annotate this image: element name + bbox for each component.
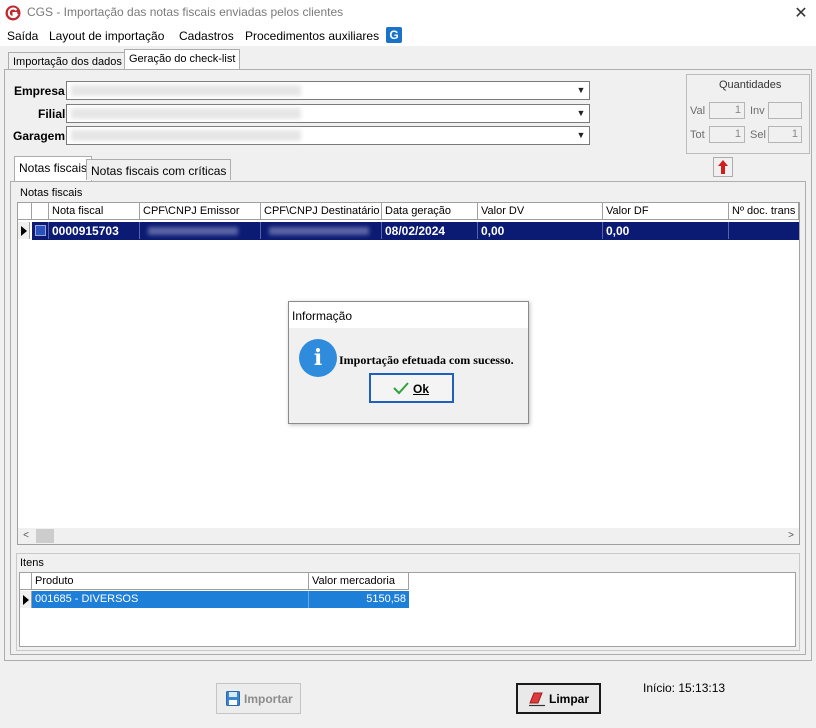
- cgs-logo-icon: [5, 5, 21, 21]
- scroll-right-icon[interactable]: >: [783, 528, 799, 544]
- garagem-select[interactable]: ▼: [66, 126, 590, 145]
- grid-corner: [20, 573, 32, 590]
- col-num-doc-trans[interactable]: Nº doc. trans: [729, 203, 799, 220]
- importar-label: Importar: [244, 692, 293, 706]
- inv-label: Inv: [750, 105, 765, 117]
- empresa-label: Empresa: [14, 84, 65, 98]
- menu-cadastros[interactable]: Cadastros: [179, 29, 234, 43]
- menu-procedimentos-auxiliares[interactable]: Procedimentos auxiliares: [245, 29, 379, 43]
- val-count: 1: [709, 102, 745, 119]
- importar-button[interactable]: Importar: [216, 683, 301, 714]
- checkmark-icon: [393, 382, 409, 395]
- tot-count: 1: [709, 126, 745, 143]
- title-bar: CGS - Importação das notas fiscais envia…: [0, 0, 816, 26]
- save-icon: [226, 691, 240, 706]
- col-nota-fiscal[interactable]: Nota fiscal: [49, 203, 140, 220]
- chevron-down-icon[interactable]: ▼: [573, 127, 589, 144]
- filial-label: Filial: [38, 107, 66, 121]
- checkbox-icon: [35, 225, 46, 236]
- cell-valor-dv: 0,00: [478, 222, 603, 239]
- help-logo-icon[interactable]: G: [386, 27, 402, 43]
- menu-saida[interactable]: Saída: [7, 29, 38, 43]
- inv-count: [768, 102, 802, 119]
- horizontal-scrollbar[interactable]: < >: [18, 528, 799, 544]
- empresa-select[interactable]: ▼: [66, 81, 590, 100]
- scroll-left-icon[interactable]: <: [18, 528, 34, 544]
- grid-corner: [18, 203, 32, 220]
- window-title: CGS - Importação das notas fiscais envia…: [27, 5, 344, 19]
- row-indicator: [18, 222, 30, 239]
- col-cpf-emissor[interactable]: CPF\CNPJ Emissor: [140, 203, 261, 220]
- limpar-label: Limpar: [549, 692, 590, 706]
- ok-label: Ok: [413, 382, 430, 396]
- notas-group-title: Notas fiscais: [20, 187, 83, 199]
- redacted-value: [148, 227, 238, 235]
- cell-num-doc-trans: [729, 222, 799, 239]
- tab-notas-fiscais-criticas[interactable]: Notas fiscais com críticas: [86, 159, 232, 180]
- row-checkbox[interactable]: [32, 222, 49, 239]
- move-up-button[interactable]: [713, 157, 733, 177]
- cell-valor-df: 0,00: [603, 222, 729, 239]
- table-row[interactable]: 0000915703 08/02/2024 0,00 0,00: [32, 222, 799, 240]
- dialog-message: Importação efetuada com sucesso.: [339, 353, 514, 367]
- col-valor-mercadoria[interactable]: Valor mercadoria: [309, 573, 409, 590]
- redacted-value: [71, 108, 301, 119]
- dialog-titlebar: Informação: [289, 302, 528, 328]
- cell-cpf-emissor: [140, 222, 261, 239]
- close-icon[interactable]: ✕: [790, 2, 812, 24]
- row-indicator: [20, 591, 32, 608]
- col-data-geracao[interactable]: Data geração: [382, 203, 478, 220]
- menu-layout-importacao[interactable]: Layout de importação: [49, 29, 164, 43]
- chevron-down-icon[interactable]: ▼: [573, 105, 589, 122]
- tab-geracao-checklist[interactable]: Geração do check-list: [124, 49, 241, 71]
- cell-nota-fiscal: 0000915703: [49, 222, 140, 239]
- chevron-down-icon[interactable]: ▼: [573, 82, 589, 99]
- tab-notas-fiscais[interactable]: Notas fiscais: [14, 156, 93, 181]
- cell-produto: 001685 - DIVERSOS: [32, 591, 309, 608]
- filial-select[interactable]: ▼: [66, 104, 590, 123]
- current-row-icon: [21, 226, 27, 236]
- tot-label: Tot: [690, 129, 705, 141]
- col-produto[interactable]: Produto: [32, 573, 309, 590]
- col-cpf-destinatario[interactable]: CPF\CNPJ Destinatário: [261, 203, 382, 220]
- redacted-value: [269, 227, 369, 235]
- quantidades-title: Quantidades: [719, 79, 782, 91]
- current-row-icon: [23, 595, 29, 605]
- ok-button[interactable]: Ok: [369, 373, 454, 403]
- itens-group-title: Itens: [20, 557, 44, 569]
- eraser-icon: [529, 692, 545, 707]
- info-icon: i: [299, 339, 337, 377]
- cell-cpf-destinatario: [261, 222, 382, 239]
- inicio-time: Início: 15:13:13: [643, 681, 726, 695]
- redacted-value: [71, 85, 301, 96]
- itens-grid[interactable]: Produto Valor mercadoria 001685 - DIVERS…: [19, 572, 796, 647]
- check-header: [32, 203, 49, 220]
- menu-bar: Saída Layout de importação Cadastros Pro…: [0, 26, 816, 46]
- arrow-up-icon: [718, 160, 728, 174]
- sel-count: 1: [768, 126, 802, 143]
- val-label: Val: [690, 105, 706, 117]
- quantidades-group: Quantidades Val 1 Inv Tot 1 Sel 1: [686, 74, 810, 154]
- cell-valor-mercadoria: 5150,58: [366, 593, 406, 605]
- info-dialog: Informação i Importação efetuada com suc…: [288, 301, 529, 424]
- col-valor-df[interactable]: Valor DF: [603, 203, 729, 220]
- table-row[interactable]: 001685 - DIVERSOS 5150,58: [32, 591, 409, 608]
- cell-data-geracao: 08/02/2024: [382, 222, 478, 239]
- scroll-thumb[interactable]: [36, 529, 54, 543]
- garagem-label: Garagem: [13, 129, 66, 143]
- sel-label: Sel: [750, 129, 766, 141]
- redacted-value: [71, 130, 301, 141]
- dialog-title: Informação: [292, 309, 353, 323]
- limpar-button[interactable]: Limpar: [516, 683, 601, 714]
- col-valor-dv[interactable]: Valor DV: [478, 203, 603, 220]
